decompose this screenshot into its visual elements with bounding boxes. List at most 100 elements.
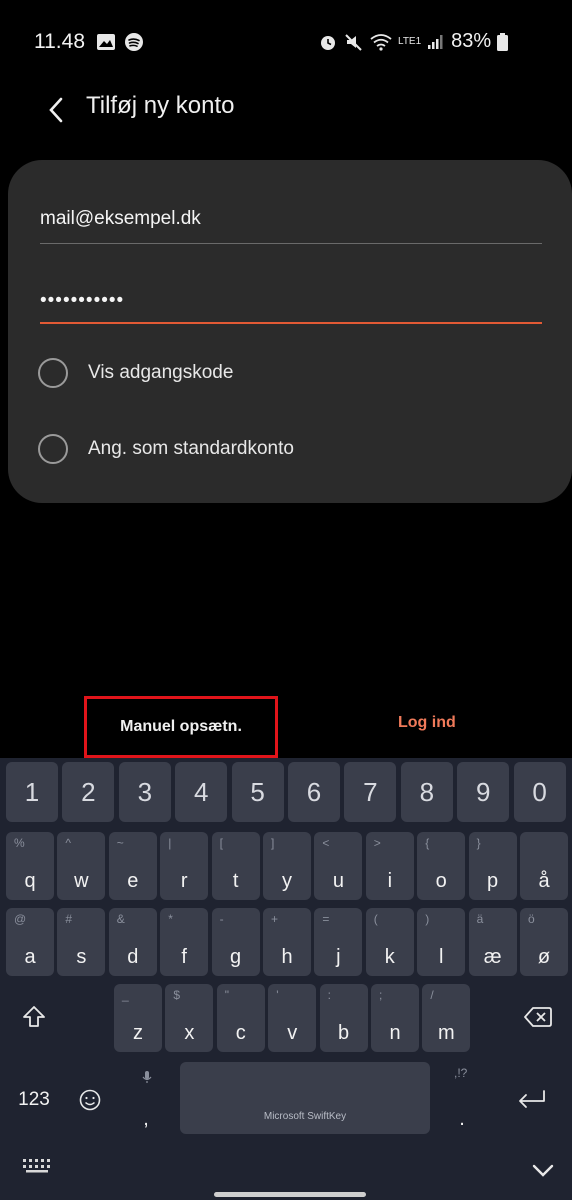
period-key[interactable]: ,!? . <box>436 1062 488 1138</box>
number-key-3[interactable]: 3 <box>118 762 171 822</box>
number-key-6[interactable]: 6 <box>288 762 340 822</box>
number-key-2[interactable]: 2 <box>62 762 115 822</box>
letter-key-y[interactable]: ] y <box>263 832 311 900</box>
number-key-7-label: 7 <box>363 776 378 807</box>
letter-key-h[interactable]: + h <box>263 908 311 976</box>
letter-key-p-sub: } <box>476 836 481 850</box>
password-field[interactable]: ••••••••••• <box>40 288 542 324</box>
letter-key-k-label: k <box>384 946 395 968</box>
letter-key-v[interactable]: ' v <box>268 984 317 1052</box>
letter-key-u[interactable]: < u <box>314 832 363 900</box>
letter-key-h-label: h <box>281 946 293 968</box>
letter-key-q[interactable]: % q <box>6 832 54 900</box>
space-key[interactable]: Microsoft SwiftKey <box>180 1062 430 1134</box>
letter-key-w-sub: ^ <box>65 836 72 850</box>
letter-key-z[interactable]: _ z <box>114 984 162 1052</box>
emoji-key[interactable] <box>64 1062 116 1138</box>
number-key-0[interactable]: 0 <box>513 762 566 822</box>
letter-key-w-label: w <box>74 870 89 892</box>
letter-key-p-label: p <box>487 870 499 892</box>
letter-key-æ[interactable]: äæ <box>468 908 517 976</box>
letter-key-f-label: f <box>181 946 187 968</box>
number-key-2-label: 2 <box>81 776 96 807</box>
hide-keyboard-icon[interactable] <box>532 1164 554 1178</box>
manual-setup-button[interactable]: Manuel opsætn. <box>84 696 278 758</box>
back-button[interactable] <box>36 90 76 130</box>
letter-key-å[interactable]: å <box>520 832 568 900</box>
letter-key-x[interactable]: $ x <box>165 984 214 1052</box>
letter-key-i-sub: > <box>373 836 381 850</box>
keyboard-grid-icon[interactable] <box>22 1158 52 1174</box>
number-key-1[interactable]: 1 <box>6 762 58 822</box>
backspace-key[interactable] <box>512 986 564 1048</box>
letter-key-f-sub: * <box>168 912 173 926</box>
number-key-5[interactable]: 5 <box>231 762 284 822</box>
letter-key-c[interactable]: " c <box>216 984 265 1052</box>
number-key-1-label: 1 <box>24 776 40 807</box>
letter-key-ø-sub: ö <box>528 912 535 926</box>
letter-key-d[interactable]: & d <box>108 908 157 976</box>
number-key-9-label: 9 <box>475 776 491 807</box>
gallery-icon <box>97 34 115 50</box>
letter-key-l-sub: ) <box>425 912 430 926</box>
network-type: LTE1 <box>398 35 422 47</box>
letter-key-n[interactable]: ; n <box>371 984 419 1052</box>
mute-icon <box>345 33 362 51</box>
action-row: Manuel opsætn. Log ind <box>0 696 572 758</box>
letter-key-k-sub: ( <box>373 912 378 926</box>
emoji-icon <box>79 1089 101 1111</box>
letter-key-r[interactable]: | r <box>160 832 209 900</box>
letter-key-t-sub: [ <box>219 836 223 850</box>
shift-key[interactable] <box>8 986 60 1048</box>
letter-key-å-label: å <box>538 870 550 892</box>
show-password-option[interactable]: Vis adgangskode <box>38 358 233 388</box>
number-key-5-label: 5 <box>250 776 265 807</box>
letter-key-s[interactable]: # s <box>57 908 106 976</box>
number-key-4[interactable]: 4 <box>175 762 228 822</box>
number-key-7[interactable]: 7 <box>344 762 397 822</box>
show-password-label: Vis adgangskode <box>88 362 234 383</box>
letter-key-ø[interactable]: öø <box>520 908 568 976</box>
default-account-radio[interactable] <box>38 434 68 464</box>
number-key-9[interactable]: 9 <box>457 762 510 822</box>
letter-key-e[interactable]: ~ e <box>108 832 157 900</box>
letter-key-z-label: z <box>133 1022 143 1044</box>
letter-key-q-label: q <box>24 870 36 892</box>
letter-key-n-sub: ; <box>379 988 383 1002</box>
letter-key-l-label: l <box>438 946 444 968</box>
letter-key-f[interactable]: * f <box>160 908 209 976</box>
letter-key-o[interactable]: {o <box>417 832 466 900</box>
number-key-8[interactable]: 8 <box>400 762 453 822</box>
letter-key-a-sub: @ <box>14 912 27 926</box>
letter-key-k[interactable]: (k <box>365 908 414 976</box>
letter-key-g[interactable]: -g <box>211 908 260 976</box>
letter-key-n-label: n <box>389 1022 401 1044</box>
letter-key-y-sub: ] <box>271 836 275 850</box>
letter-key-e-sub: ~ <box>116 836 124 850</box>
letter-key-a[interactable]: @ a <box>6 908 54 976</box>
letter-key-h-sub: + <box>271 912 279 926</box>
letter-key-p[interactable]: } p <box>468 832 517 900</box>
login-button[interactable]: Log ind <box>398 714 456 732</box>
letter-key-w[interactable]: ^ w <box>57 832 106 900</box>
enter-key[interactable] <box>500 1062 564 1138</box>
letter-key-t[interactable]: [t <box>211 832 260 900</box>
letter-key-g-sub: - <box>219 912 224 926</box>
letter-key-b[interactable]: :b <box>319 984 368 1052</box>
email-field[interactable]: mail@eksempel.dk <box>40 208 542 244</box>
letter-key-j[interactable]: = j <box>314 908 363 976</box>
show-password-radio[interactable] <box>38 358 68 388</box>
default-account-option[interactable]: Ang. som standardkonto <box>38 434 294 464</box>
letter-key-q-sub: % <box>14 836 25 850</box>
number-key-6-label: 6 <box>306 776 322 807</box>
num-switch-key[interactable]: 123 <box>8 1062 60 1138</box>
letter-key-t-label: t <box>232 870 239 892</box>
enter-icon <box>519 1090 545 1108</box>
comma-key[interactable]: , <box>120 1062 172 1138</box>
navigation-pill[interactable] <box>214 1192 366 1197</box>
letter-key-i[interactable]: > i <box>365 832 414 900</box>
letter-key-x-label: x <box>184 1022 195 1044</box>
letter-key-v-label: v <box>287 1022 298 1044</box>
letter-key-m[interactable]: / m <box>422 984 471 1052</box>
letter-key-l[interactable]: ) l <box>417 908 466 976</box>
